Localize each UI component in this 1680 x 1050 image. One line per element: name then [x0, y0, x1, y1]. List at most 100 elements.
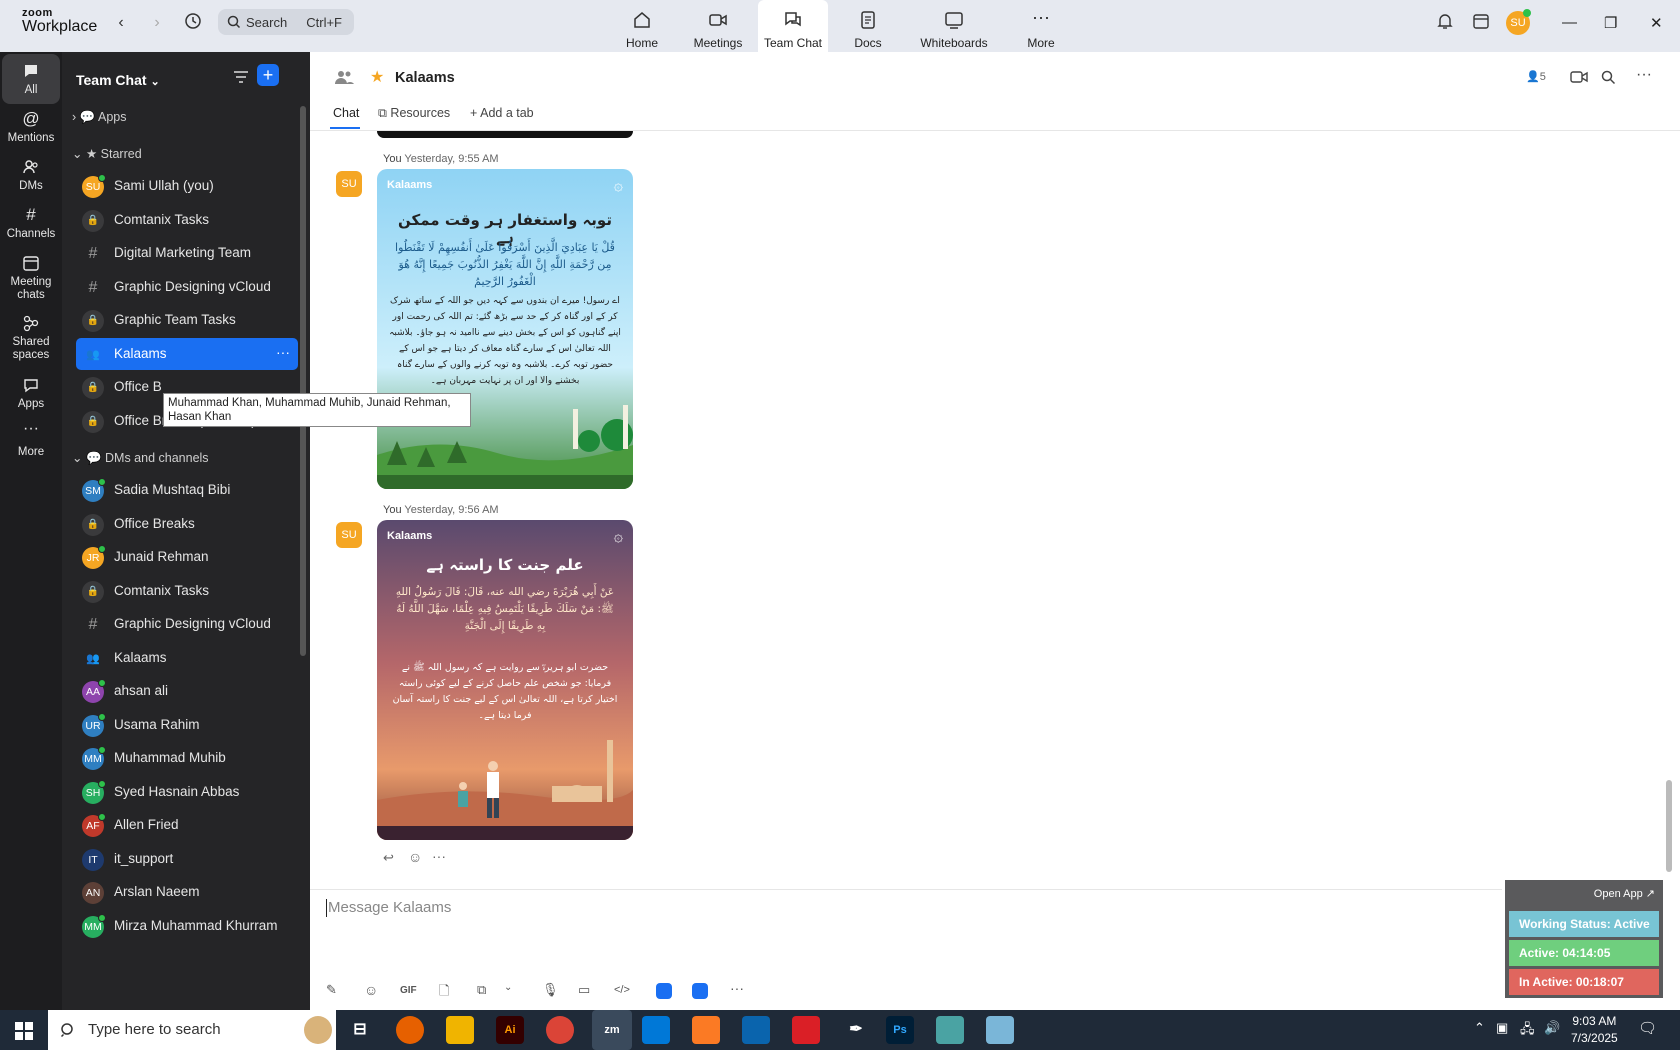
illustrator-icon[interactable]: Ai — [496, 1016, 524, 1044]
app-icon[interactable] — [986, 1016, 1014, 1044]
history-icon[interactable] — [182, 12, 204, 34]
sidebar-item[interactable]: SU Sami Ullah (you) — [76, 170, 298, 202]
file-explorer-icon[interactable] — [446, 1016, 474, 1044]
section-apps[interactable]: › 💬 Apps — [72, 110, 127, 125]
sidebar-item[interactable]: 👥 Kalaams — [76, 642, 298, 674]
sidebar-item[interactable]: 🔒 Graphic Team Tasks — [76, 304, 298, 336]
search-input[interactable]: Search Ctrl+F — [218, 9, 354, 35]
app-icon[interactable] — [656, 983, 672, 999]
image-card[interactable]: Kalaams ۞ توبہ واستغفار ہر وقت ممکن ہے ق… — [377, 169, 633, 489]
code-icon[interactable]: </> — [614, 984, 630, 996]
chrome-icon[interactable] — [546, 1016, 574, 1044]
forward-icon[interactable]: › — [146, 12, 168, 34]
more-icon[interactable]: ··· — [730, 980, 744, 996]
photoshop-icon[interactable]: Ps — [886, 1016, 914, 1044]
rail-apps[interactable]: Apps — [2, 376, 60, 420]
sidebar-item[interactable]: MM Mirza Muhammad Khurram — [76, 910, 298, 942]
avatar[interactable]: SU — [336, 522, 362, 548]
notification-icon[interactable]: 🗨 — [1638, 1019, 1657, 1037]
section-starred[interactable]: ⌄ ★ Starred — [72, 146, 142, 161]
tab-meetings[interactable]: Meetings — [688, 0, 748, 52]
close-icon[interactable]: ✕ — [1650, 14, 1663, 32]
volume-icon[interactable]: 🔊 — [1544, 1020, 1560, 1036]
sidebar-item[interactable]: # Graphic Designing vCloud — [76, 608, 298, 640]
file-icon[interactable]: 🗋 — [439, 982, 449, 1004]
tab-add[interactable]: + Add a tab — [470, 106, 534, 120]
tab-team-chat[interactable]: Team Chat — [758, 0, 828, 52]
task-view-icon[interactable]: ⊟ — [346, 1016, 374, 1044]
chat-scrollbar[interactable] — [1666, 780, 1672, 872]
sidebar-item[interactable]: MM Muhammad Muhib — [76, 742, 298, 774]
video-message-icon[interactable]: ▭ — [578, 982, 590, 998]
sidebar-scrollbar[interactable] — [300, 106, 306, 656]
network-icon[interactable]: 🖧 — [1520, 1020, 1535, 1042]
filter-icon[interactable] — [232, 68, 250, 86]
more-options-icon[interactable]: ··· — [1636, 66, 1652, 84]
tab-docs[interactable]: Docs — [844, 0, 892, 52]
message-input[interactable]: Message Kalaams — [328, 899, 451, 916]
chevron-up-icon[interactable]: ⌃ — [1474, 1020, 1485, 1036]
more-options-icon[interactable]: ··· — [276, 344, 290, 360]
sidebar-title[interactable]: Team Chat ⌄ — [76, 72, 160, 88]
sidebar-item[interactable]: AF Allen Fried — [76, 809, 298, 841]
tab-chat[interactable]: Chat — [333, 106, 359, 120]
creative-cloud-icon[interactable] — [792, 1016, 820, 1044]
screenshot-icon[interactable]: ⧉ — [477, 982, 486, 998]
sidebar-item[interactable]: # Graphic Designing vCloud — [76, 271, 298, 303]
section-dms-and-channels[interactable]: ⌄ 💬 DMs and channels — [72, 450, 209, 466]
outlook-icon[interactable] — [742, 1016, 770, 1044]
microphone-icon[interactable]: 🎙 — [542, 982, 559, 998]
rail-shared-spaces[interactable]: Shared spaces — [2, 314, 60, 370]
open-app-link[interactable]: Open App ↗ — [1594, 887, 1655, 900]
rail-dms[interactable]: DMs — [2, 158, 60, 202]
video-icon[interactable] — [1570, 70, 1588, 84]
app-icon[interactable] — [692, 983, 708, 999]
rail-mentions[interactable]: @ Mentions — [2, 110, 60, 154]
sidebar-item[interactable]: 🔒 Comtanix Tasks — [76, 575, 298, 607]
rail-more[interactable]: ··· More — [2, 421, 60, 468]
emoji-icon[interactable]: ☺ — [364, 982, 378, 998]
tab-resources[interactable]: ⧉ Resources — [378, 106, 450, 121]
chevron-down-icon[interactable]: ⌄ — [504, 982, 512, 993]
sidebar-item[interactable]: UR Usama Rahim — [76, 709, 298, 741]
system-clock[interactable]: 9:03 AM 7/3/2025 — [1571, 1013, 1618, 1047]
xampp-icon[interactable] — [692, 1016, 720, 1044]
app-icon[interactable] — [936, 1016, 964, 1044]
vscode-icon[interactable] — [642, 1016, 670, 1044]
zoom-icon[interactable]: zm — [592, 1010, 632, 1050]
sidebar-item[interactable]: 🔒 Comtanix Tasks — [76, 204, 298, 236]
new-chat-button[interactable]: + — [257, 64, 279, 86]
avatar[interactable]: SU — [336, 171, 362, 197]
sidebar-item[interactable]: SH Syed Hasnain Abbas — [76, 776, 298, 808]
firefox-icon[interactable] — [396, 1016, 424, 1044]
sidebar-item[interactable]: # Digital Marketing Team — [76, 237, 298, 269]
pen-tool-icon[interactable]: ✒ — [842, 1016, 870, 1044]
more-actions-icon[interactable]: ··· — [432, 848, 446, 864]
calendar-icon[interactable] — [1470, 12, 1492, 34]
tab-whiteboards[interactable]: Whiteboards — [916, 0, 992, 52]
sidebar-item[interactable]: IT it_support — [76, 843, 298, 875]
sidebar-item[interactable]: JR Junaid Rehman — [76, 541, 298, 573]
image-card[interactable]: Kalaams ۞ علم جنت کا راستہ ہے عَنْ أَبِي… — [377, 520, 633, 840]
rail-channels[interactable]: # Channels — [2, 206, 60, 250]
minimize-icon[interactable]: — — [1562, 14, 1577, 31]
emoji-reaction-icon[interactable]: ☺ — [408, 849, 422, 865]
reply-icon[interactable]: ↩ — [383, 850, 394, 866]
sidebar-item[interactable]: SM Sadia Mushtaq Bibi — [76, 474, 298, 506]
bell-icon[interactable] — [1434, 12, 1456, 34]
back-icon[interactable]: ‹ — [110, 12, 132, 34]
star-icon[interactable]: ★ — [370, 67, 384, 87]
tab-home[interactable]: Home — [620, 0, 664, 52]
tab-more[interactable]: ··· More — [1020, 0, 1062, 52]
taskbar-search[interactable]: Type here to search — [48, 1010, 336, 1050]
restore-icon[interactable]: ❐ — [1604, 14, 1617, 32]
sidebar-item[interactable]: AA ahsan ali — [76, 675, 298, 707]
rail-all[interactable]: All — [2, 54, 60, 104]
sidebar-item[interactable]: 👥 Kalaams ··· — [76, 337, 298, 370]
members-button[interactable]: 👤5 — [1526, 70, 1546, 83]
sidebar-item[interactable]: AN Arslan Naeem — [76, 876, 298, 908]
windows-start-icon[interactable] — [15, 1022, 33, 1040]
rail-meeting-chats[interactable]: Meeting chats — [2, 254, 60, 310]
search-icon[interactable] — [1601, 70, 1616, 85]
format-icon[interactable]: ✎ — [326, 982, 337, 998]
